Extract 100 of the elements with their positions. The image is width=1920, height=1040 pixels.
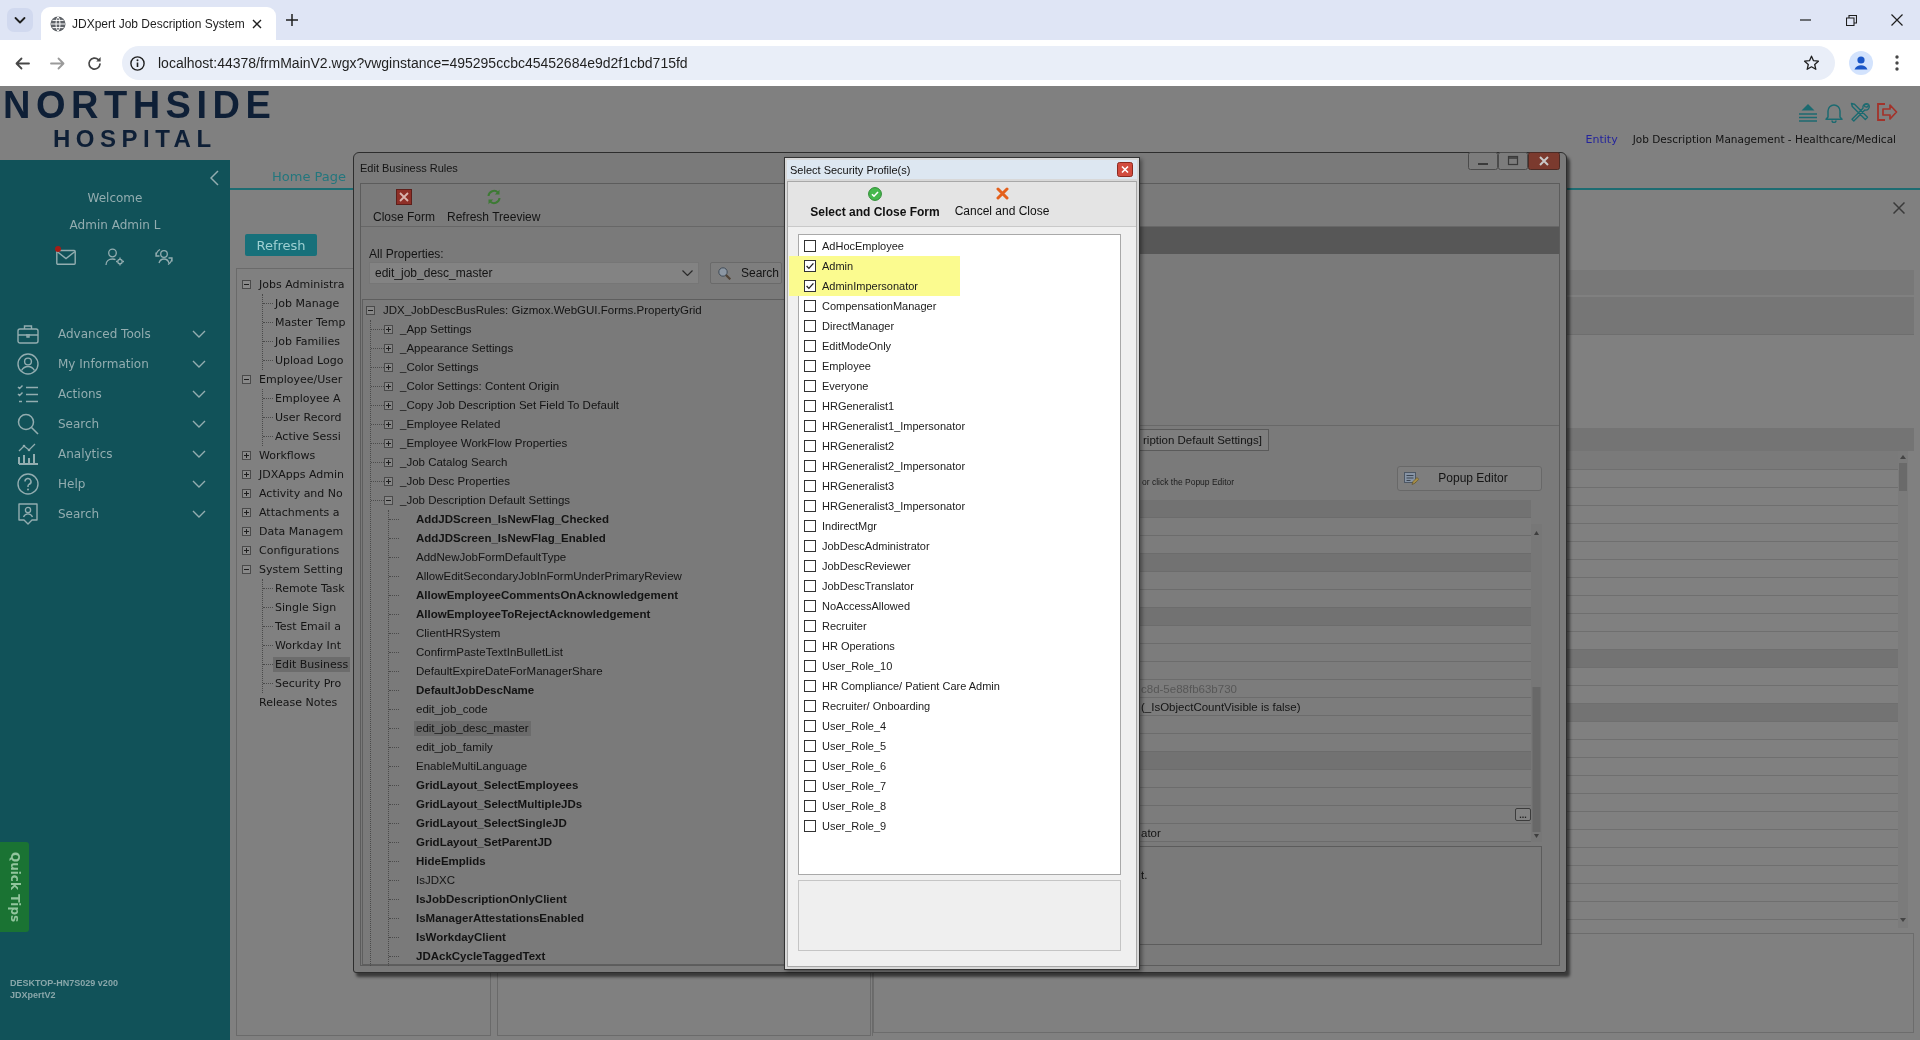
expand-icon[interactable] bbox=[242, 451, 251, 460]
toolbar-button[interactable]: Select and Close Form bbox=[803, 182, 947, 226]
property-dropdown[interactable]: edit_job_desc_master bbox=[369, 262, 699, 284]
tree-item[interactable]: Data Managem bbox=[257, 524, 346, 539]
tree-item[interactable]: Employee/User bbox=[257, 372, 345, 387]
checkbox-label[interactable]: HRGeneralist2 bbox=[822, 439, 895, 453]
tree-item[interactable]: Master Temp bbox=[273, 315, 348, 330]
checkbox-label[interactable]: User_Role_6 bbox=[822, 759, 887, 773]
menu-item[interactable]: Search bbox=[0, 409, 230, 439]
tree-item[interactable]: Test Email a bbox=[273, 619, 343, 634]
tree-item[interactable]: HideEmplids bbox=[414, 854, 488, 869]
checkbox[interactable] bbox=[804, 280, 816, 292]
expand-icon[interactable] bbox=[384, 363, 393, 372]
checkbox-label[interactable]: User_Role_5 bbox=[822, 739, 887, 753]
checkbox[interactable] bbox=[804, 620, 816, 632]
tree-item[interactable]: Job Families bbox=[273, 334, 342, 349]
checkbox[interactable] bbox=[804, 320, 816, 332]
tree-item[interactable]: Upload Logo bbox=[273, 353, 346, 368]
menu-item[interactable]: Advanced Tools bbox=[0, 319, 230, 349]
checkbox-label[interactable]: HR Operations bbox=[822, 639, 895, 653]
tree-item[interactable]: DefaultExpireDateForManagerShare bbox=[414, 664, 605, 679]
minimize-icon[interactable] bbox=[1799, 19, 1811, 21]
profile-icon[interactable] bbox=[1849, 51, 1873, 75]
tree-item[interactable]: edit_job_desc_master bbox=[414, 721, 531, 736]
checkbox[interactable] bbox=[804, 240, 816, 252]
checkbox-label[interactable]: HRGeneralist3 bbox=[822, 479, 895, 493]
chevron-down-icon[interactable] bbox=[7, 8, 33, 32]
popup-editor-button[interactable]: Popup Editor bbox=[1397, 465, 1542, 491]
tree-item[interactable]: JDAckCycleTaggedText bbox=[414, 949, 548, 964]
tree-item[interactable]: Jobs Administra bbox=[257, 277, 347, 292]
checkbox-label[interactable]: JobDescAdministrator bbox=[822, 539, 930, 553]
checkbox[interactable] bbox=[804, 440, 816, 452]
checkbox[interactable] bbox=[804, 260, 816, 272]
browser-tab[interactable]: JDXpert Job Description System bbox=[41, 7, 276, 40]
close-icon[interactable] bbox=[1891, 14, 1903, 26]
checkbox-label[interactable]: HRGeneralist2_Impersonator bbox=[822, 459, 966, 473]
checkbox[interactable] bbox=[804, 380, 816, 392]
menu-item[interactable]: Search bbox=[0, 499, 230, 529]
star-icon[interactable] bbox=[1803, 54, 1820, 72]
checkbox[interactable] bbox=[804, 520, 816, 532]
checkbox-label[interactable]: AdminImpersonator bbox=[822, 279, 918, 293]
tree-item[interactable]: ClientHRSystem bbox=[414, 626, 503, 641]
tree-item[interactable]: _Color Settings bbox=[398, 360, 481, 375]
tree-item[interactable]: AddJDScreen_IsNewFlag_Enabled bbox=[414, 531, 608, 546]
chevron-left-icon[interactable] bbox=[210, 170, 219, 186]
checkbox-label[interactable]: Recruiter/ Onboarding bbox=[822, 699, 931, 713]
expand-icon[interactable] bbox=[242, 546, 251, 555]
arrow-left-icon[interactable] bbox=[14, 56, 30, 70]
tree-item[interactable]: _Copy Job Description Set Field To Default bbox=[398, 398, 622, 413]
tree-item[interactable]: IsJobDescriptionOnlyClient bbox=[414, 892, 569, 907]
checkbox[interactable] bbox=[804, 820, 816, 832]
tree-item[interactable]: Security Pro bbox=[273, 676, 344, 691]
tree-item[interactable]: Activity and No bbox=[257, 486, 345, 501]
tree-item[interactable]: Edit Business bbox=[273, 657, 351, 672]
checkbox[interactable] bbox=[804, 660, 816, 672]
checkbox[interactable] bbox=[804, 640, 816, 652]
address-bar[interactable]: localhost:44378/frmMainV2.wgx?vwginstance=495295ccbc45452684e9d2f1cbd715fd bbox=[122, 46, 1835, 80]
tree-item[interactable]: Configurations bbox=[257, 543, 342, 558]
tree-item[interactable]: AddJDScreen_IsNewFlag_Checked bbox=[414, 512, 612, 527]
quick-tips-tab[interactable]: Quick Tips bbox=[0, 842, 29, 932]
user-sync-icon[interactable] bbox=[154, 248, 174, 266]
mail-icon[interactable] bbox=[56, 249, 76, 265]
tree-item[interactable]: _Color Settings: Content Origin bbox=[398, 379, 562, 394]
tree-item[interactable]: AddNewJobFormDefaultType bbox=[414, 550, 569, 565]
checkbox-label[interactable]: DirectManager bbox=[822, 319, 895, 333]
tree-item[interactable]: IsManagerAttestationsEnabled bbox=[414, 911, 587, 926]
expand-icon[interactable] bbox=[384, 325, 393, 334]
toolbar-button[interactable]: Refresh Treeview bbox=[447, 184, 541, 226]
collapse-icon[interactable] bbox=[242, 375, 251, 384]
close-icon[interactable] bbox=[252, 18, 262, 29]
collapse-icon[interactable] bbox=[384, 496, 393, 505]
info-icon[interactable] bbox=[130, 55, 145, 71]
expand-icon[interactable] bbox=[384, 439, 393, 448]
checkbox-label[interactable]: Everyone bbox=[822, 379, 869, 393]
tree-item[interactable]: ConfirmPasteTextInBulletList bbox=[414, 645, 565, 660]
toolbar-button[interactable]: Close Form bbox=[373, 184, 435, 226]
checkbox-label[interactable]: JobDescTranslator bbox=[822, 579, 914, 593]
menu-item[interactable]: Actions bbox=[0, 379, 230, 409]
checkbox-label[interactable]: User_Role_7 bbox=[822, 779, 887, 793]
checkbox-label[interactable]: HRGeneralist1_Impersonator bbox=[822, 419, 966, 433]
more-icon[interactable] bbox=[1895, 55, 1899, 71]
checkbox-label[interactable]: CompensationManager bbox=[822, 299, 937, 313]
tree-item[interactable]: GridLayout_SetParentJD bbox=[414, 835, 555, 850]
collapse-icon[interactable] bbox=[242, 280, 251, 289]
tree-item[interactable]: _Job Desc Properties bbox=[398, 474, 512, 489]
checkbox[interactable] bbox=[804, 540, 816, 552]
checkbox[interactable] bbox=[804, 580, 816, 592]
tree-item[interactable]: System Setting bbox=[257, 562, 345, 577]
tree-item[interactable]: GridLayout_SelectSingleJD bbox=[414, 816, 569, 831]
tree-item[interactable]: Employee A bbox=[273, 391, 343, 406]
checkbox-label[interactable]: HR Compliance/ Patient Care Admin bbox=[822, 679, 1000, 693]
tree-item[interactable]: AllowEditSecondaryJobInFormUnderPrimaryReview bbox=[414, 569, 684, 584]
tree-item[interactable]: DefaultJobDescName bbox=[414, 683, 537, 698]
restore-icon[interactable] bbox=[1845, 14, 1857, 26]
checkbox[interactable] bbox=[804, 680, 816, 692]
checkbox[interactable] bbox=[804, 760, 816, 772]
reload-icon[interactable] bbox=[86, 55, 102, 71]
checkbox-label[interactable]: NoAccessAllowed bbox=[822, 599, 911, 613]
checkbox-label[interactable]: User_Role_4 bbox=[822, 719, 887, 733]
expand-icon[interactable] bbox=[384, 458, 393, 467]
